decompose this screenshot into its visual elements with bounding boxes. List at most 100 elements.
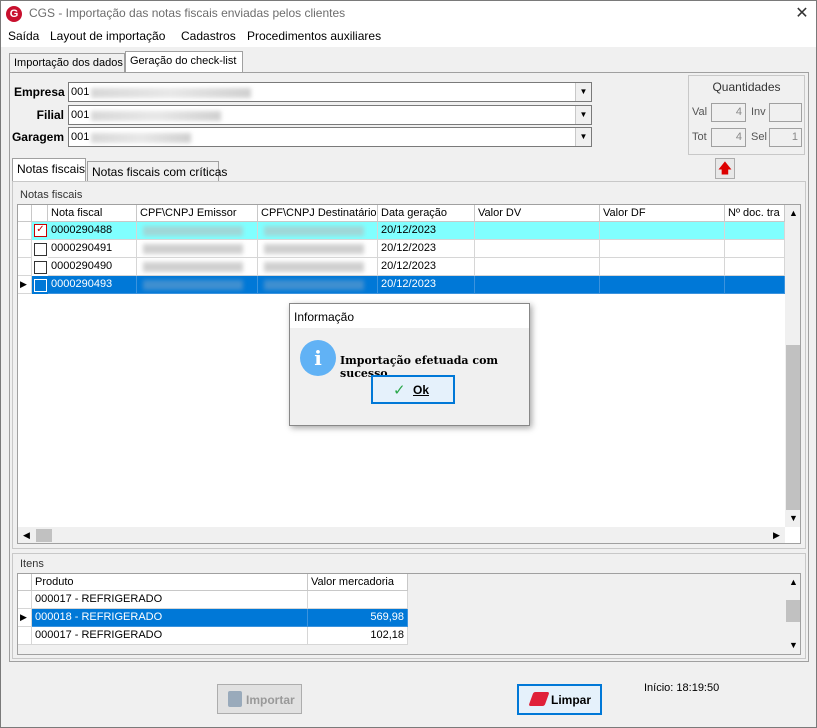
notas-horizontal-scrollbar[interactable]: ◀ ▶ [18, 527, 785, 543]
col-cpf-destinatario[interactable]: CPF\CNPJ Destinatário [258, 205, 378, 222]
row-indicator-icon: ▶ [18, 609, 32, 627]
inv-label: Inv [751, 106, 766, 118]
row-checkbox[interactable] [34, 279, 47, 292]
scrollbar-thumb[interactable] [786, 600, 800, 622]
tot-value: 4 [711, 128, 746, 147]
menu-saida[interactable]: Saída [8, 29, 39, 43]
title-bar: G CGS - Importação das notas fiscais env… [1, 1, 816, 27]
nota-fiscal-cell: 0000290490 [48, 258, 137, 276]
sel-value: 1 [769, 128, 802, 147]
filial-label: Filial [36, 108, 64, 122]
tab-notas-fiscais-criticas[interactable]: Notas fiscais com críticas [87, 161, 227, 181]
col-data-geracao[interactable]: Data geração [378, 205, 475, 222]
col-cpf-emissor[interactable]: CPF\CNPJ Emissor [137, 205, 258, 222]
app-logo-icon: G [6, 6, 22, 22]
scrollbar-thumb[interactable] [786, 345, 800, 510]
eraser-icon [528, 692, 550, 706]
val-value: 4 [711, 103, 746, 122]
empresa-value: 001 [71, 86, 90, 98]
empresa-label: Empresa [14, 85, 65, 99]
scroll-down-icon[interactable]: ▼ [785, 637, 800, 654]
garagem-combo[interactable]: 001 ▼ [68, 127, 592, 147]
inicio-status: Início: 18:19:50 [644, 682, 720, 694]
limpar-label: Limpar [551, 693, 592, 707]
tab-notas-fiscais[interactable]: Notas fiscais [12, 158, 86, 182]
menu-cadastros[interactable]: Cadastros [181, 29, 236, 43]
menu-layout-importacao[interactable]: Layout de importação [50, 29, 165, 43]
list-item[interactable]: ▶ 000018 - REFRIGERADO 569,98 [18, 609, 408, 627]
scrollbar-thumb[interactable] [36, 529, 52, 542]
table-row[interactable]: ✓ 0000290488 20/12/2023 [18, 222, 785, 240]
importar-label: Importar [246, 693, 295, 707]
window-title: CGS - Importação das notas fiscais envia… [29, 6, 346, 20]
nota-fiscal-cell: 0000290491 [48, 240, 137, 258]
nota-fiscal-cell: 0000290493 [48, 276, 137, 294]
itens-vertical-scrollbar[interactable]: ▲ ▼ [785, 574, 800, 654]
filial-combo[interactable]: 001 ▼ [68, 105, 592, 125]
scroll-right-icon[interactable]: ▶ [768, 527, 785, 543]
app-window: G CGS - Importação das notas fiscais env… [0, 0, 817, 728]
scroll-down-icon[interactable]: ▼ [785, 510, 800, 527]
chevron-down-icon[interactable]: ▼ [575, 106, 591, 124]
quantidades-box: Quantidades Val 4 Inv Tot 4 Sel 1 [688, 75, 805, 155]
row-checkbox[interactable]: ✓ [34, 224, 47, 237]
row-checkbox[interactable] [34, 243, 47, 256]
produto-cell: 000017 - REFRIGERADO [32, 627, 308, 645]
chevron-down-icon[interactable]: ▼ [575, 83, 591, 101]
tab-geracao-check-list[interactable]: Geração do check-list [125, 51, 243, 73]
valor-cell [308, 591, 408, 609]
limpar-button[interactable]: Limpar [517, 684, 602, 715]
col-nota-fiscal[interactable]: Nota fiscal [48, 205, 137, 222]
data-geracao-cell: 20/12/2023 [378, 240, 475, 258]
col-produto[interactable]: Produto [32, 574, 308, 591]
empresa-combo[interactable]: 001 ▼ [68, 82, 592, 102]
inv-value [769, 103, 802, 122]
notas-vertical-scrollbar[interactable]: ▲ ▼ [785, 205, 800, 527]
data-geracao-cell: 20/12/2023 [378, 276, 475, 294]
menu-bar: Saída Layout de importação Cadastros Pro… [1, 27, 816, 47]
filial-value: 001 [71, 109, 90, 121]
list-item[interactable]: 000017 - REFRIGERADO 102,18 [18, 627, 408, 645]
col-valor-dv[interactable]: Valor DV [475, 205, 600, 222]
scroll-up-icon[interactable]: ▲ [785, 205, 800, 222]
info-dialog: Informação i Importação efetuada com suc… [289, 303, 530, 426]
table-row[interactable]: 0000290491 20/12/2023 [18, 240, 785, 258]
col-valor-df[interactable]: Valor DF [600, 205, 725, 222]
chevron-down-icon[interactable]: ▼ [575, 128, 591, 146]
val-label: Val [692, 106, 708, 118]
table-row[interactable]: 0000290490 20/12/2023 [18, 258, 785, 276]
scroll-up-icon[interactable]: ▲ [785, 574, 800, 591]
importar-button[interactable]: Importar [217, 684, 302, 714]
garagem-value: 001 [71, 131, 90, 143]
itens-group-title: Itens [20, 558, 44, 570]
valor-cell: 102,18 [308, 627, 408, 645]
info-icon: i [300, 340, 336, 376]
list-item[interactable]: 000017 - REFRIGERADO [18, 591, 408, 609]
itens-group: Itens Produto Valor mercadoria 000017 - … [12, 553, 806, 659]
col-n-doc[interactable]: Nº doc. tra [725, 205, 785, 222]
row-checkbox[interactable] [34, 261, 47, 274]
ok-button[interactable]: ✓ Ok [371, 375, 455, 404]
tot-label: Tot [692, 131, 707, 143]
nota-fiscal-cell: 0000290488 [48, 222, 137, 240]
save-disk-icon [228, 691, 242, 707]
table-row[interactable]: ▶ 0000290493 20/12/2023 [18, 276, 785, 294]
row-indicator-icon: ▶ [18, 276, 32, 294]
grid-check-header [32, 205, 48, 222]
arrow-up-icon[interactable]: 🡅 [715, 158, 735, 179]
close-icon[interactable]: ✕ [793, 3, 811, 23]
itens-grid: Produto Valor mercadoria 000017 - REFRIG… [17, 573, 801, 655]
check-icon: ✓ [393, 382, 406, 399]
tab-importacao-dados[interactable]: Importação dos dados [9, 53, 125, 73]
data-geracao-cell: 20/12/2023 [378, 222, 475, 240]
scroll-left-icon[interactable]: ◀ [18, 527, 35, 543]
grid-indicator-header [18, 205, 32, 222]
notas-group-title: Notas fiscais [20, 189, 83, 201]
valor-cell: 569,98 [308, 609, 408, 627]
dialog-titlebar: Informação [290, 304, 529, 328]
produto-cell: 000017 - REFRIGERADO [32, 591, 308, 609]
menu-procedimentos-auxiliares[interactable]: Procedimentos auxiliares [247, 29, 381, 43]
col-valor-mercadoria[interactable]: Valor mercadoria [308, 574, 408, 591]
ok-label: Ok [413, 383, 430, 397]
garagem-label: Garagem [11, 130, 64, 144]
